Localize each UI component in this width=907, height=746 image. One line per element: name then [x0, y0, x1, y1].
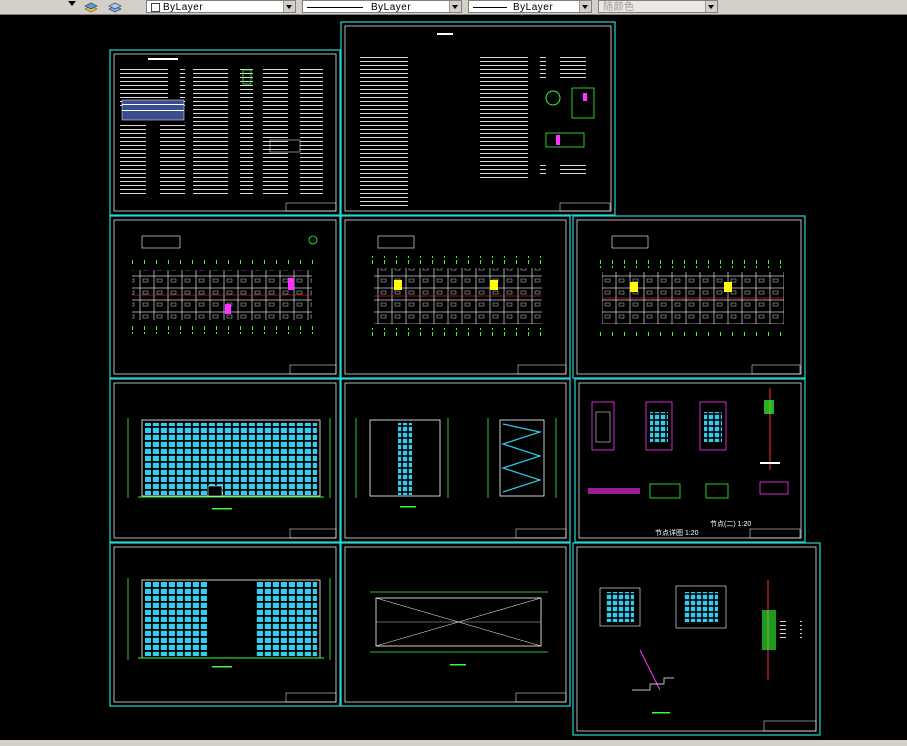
- sheet-design-notes-1[interactable]: [109, 49, 341, 216]
- model-space-canvas[interactable]: 节点详图 1:20 节点(二) 1:20: [0, 0, 907, 746]
- sheet-front-elevation[interactable]: [109, 378, 341, 543]
- sheet-floor-plan-3[interactable]: [572, 215, 806, 379]
- sheet-side-elevations[interactable]: [340, 378, 571, 543]
- sheet-floor-plan-2[interactable]: [340, 215, 571, 379]
- detail-label-2: 节点(二) 1:20: [710, 520, 751, 528]
- sheet-design-notes-2[interactable]: [340, 21, 616, 216]
- sheet-details-2[interactable]: [572, 542, 821, 736]
- sheet-rear-elevation[interactable]: [109, 542, 341, 707]
- status-strip: [0, 740, 907, 746]
- sheet-roof-plan[interactable]: [340, 542, 571, 707]
- detail-label-1: 节点详图 1:20: [655, 528, 699, 537]
- sheet-floor-plan-1[interactable]: [109, 215, 341, 379]
- sheet-details-1[interactable]: 节点详图 1:20 节点(二) 1:20: [574, 378, 806, 543]
